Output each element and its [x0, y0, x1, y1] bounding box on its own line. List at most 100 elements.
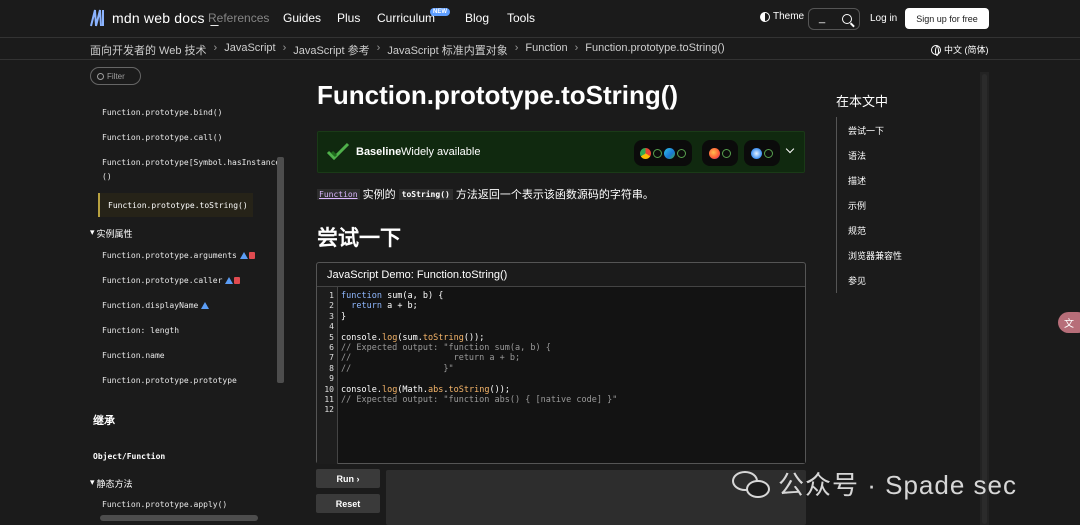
toc-rail: [836, 117, 837, 293]
search-icon: [842, 14, 852, 24]
line-number: 4: [329, 322, 334, 332]
top-nav: mdn web docs _ References Guides Plus Cu…: [0, 0, 1080, 38]
sidebar-heading-label: 实例属性: [96, 229, 133, 239]
chevron-right-icon: ›: [213, 42, 218, 54]
supported-check-icon: [677, 148, 686, 158]
baseline-check-icon: [326, 142, 350, 161]
mdn-logo[interactable]: mdn web docs _: [90, 9, 219, 27]
toc-item-try[interactable]: 尝试一下: [848, 124, 884, 137]
code-line[interactable]: // return a + b;: [341, 353, 520, 363]
baseline-banner[interactable]: Baseline Widely available: [317, 131, 805, 173]
sidebar-item-call[interactable]: Function.prototype.call(): [102, 133, 222, 142]
sidebar-item-displayname[interactable]: Function.displayName: [102, 301, 210, 310]
line-number: 12: [324, 405, 334, 415]
sidebar-heading-instance-props[interactable]: ▾ 实例属性: [90, 227, 133, 240]
breadcrumb-item[interactable]: Function: [525, 42, 567, 58]
page-scrollbar-thumb[interactable]: [982, 74, 987, 524]
nav-curriculum[interactable]: Curriculum: [377, 11, 435, 25]
sidebar-item-label: Function.displayName: [102, 301, 199, 310]
sidebar-item-hasinstance-cont[interactable]: (): [102, 172, 112, 181]
sidebar-heading-static-methods[interactable]: ▾ 静态方法: [90, 477, 133, 490]
sidebar-filter-input[interactable]: Filter: [90, 67, 141, 85]
sidebar-item-caller[interactable]: Function.prototype.caller: [102, 276, 241, 285]
toc-title: 在本文中: [836, 94, 889, 109]
code-line[interactable]: // }": [341, 364, 454, 374]
code-editor[interactable]: 1 2 3 4 5 6 7 8 9 10 11 12 function sum(a, b) { ret…: [317, 286, 805, 464]
breadcrumb-item[interactable]: JavaScript 标准内置对象: [387, 42, 507, 58]
tostring-code: toString(): [398, 188, 453, 200]
code-line[interactable]: }: [341, 312, 346, 322]
sidebar-item-hasinstance[interactable]: Function.prototype[Symbol.hasInstance: [102, 158, 280, 167]
toc-item-specs[interactable]: 规范: [848, 224, 866, 237]
login-link[interactable]: Log in: [870, 13, 897, 24]
breadcrumb-current[interactable]: Function.prototype.toString(): [585, 42, 724, 58]
supported-check-icon: [722, 148, 731, 158]
toc-item-description[interactable]: 描述: [848, 174, 866, 187]
sidebar-scrollbar[interactable]: [277, 157, 284, 383]
toc-item-compat[interactable]: 浏览器兼容性: [848, 249, 902, 262]
deprecated-warning-icon: [239, 252, 248, 259]
trash-icon: [234, 277, 241, 284]
sidebar-item-tostring-active[interactable]: Function.prototype.toString(): [98, 193, 253, 217]
interactive-demo: JavaScript Demo: Function.toString() 123…: [316, 262, 806, 464]
breadcrumb-bar: 面向开发者的 Web 技术 › JavaScript › JavaScript 参考…: [0, 38, 1080, 60]
line-number: 3: [329, 311, 334, 321]
new-badge: NEW: [430, 8, 450, 16]
search-input[interactable]: _: [808, 8, 860, 30]
sidebar-horizontal-scrollbar[interactable]: [100, 515, 258, 521]
deprecated-warning-icon: [225, 277, 234, 284]
language-switcher[interactable]: 中文 (简体): [931, 43, 989, 56]
toc-item-see-also[interactable]: 参见: [848, 274, 866, 287]
intro-paragraph: Function 实例的 toString() 方法返回一个表示该函数源码的字符…: [317, 186, 654, 202]
nav-plus[interactable]: Plus: [337, 11, 360, 25]
code-line[interactable]: function sum(a, b) {: [341, 291, 443, 301]
sidebar-item-apply[interactable]: Function.prototype.apply(): [102, 500, 227, 509]
line-number: 5: [329, 332, 334, 342]
toc-item-syntax[interactable]: 语法: [848, 149, 866, 162]
nav-tools[interactable]: Tools: [507, 11, 535, 25]
nav-blog[interactable]: Blog: [465, 11, 489, 25]
line-number: 2: [329, 301, 334, 311]
code-line[interactable]: // Expected output: "function abs() { [n…: [341, 395, 617, 405]
breadcrumb-item[interactable]: JavaScript: [224, 42, 275, 58]
run-button[interactable]: Run ›: [316, 469, 380, 488]
try-it-heading: 尝试一下: [317, 227, 401, 250]
mdn-logo-icon: [90, 9, 104, 27]
baseline-status: Widely available: [401, 146, 481, 158]
breadcrumb: 面向开发者的 Web 技术 › JavaScript › JavaScript 参考…: [90, 42, 725, 58]
sidebar-item-bind[interactable]: Function.prototype.bind(): [102, 108, 222, 117]
browser-support-safari: [744, 140, 780, 166]
sidebar-group-object-function: Object/Function: [93, 452, 166, 461]
code-line[interactable]: console.log(sum.toString());: [341, 333, 484, 343]
filter-icon: [97, 72, 104, 80]
sidebar-item-length[interactable]: Function: length: [102, 326, 179, 335]
browser-support-chrome-edge: [634, 140, 692, 166]
supported-check-icon: [764, 148, 773, 158]
line-number: 1: [329, 291, 334, 300]
signup-button[interactable]: Sign up for free: [905, 8, 989, 29]
sidebar-item-name[interactable]: Function.name: [102, 351, 165, 360]
trash-icon: [248, 252, 255, 259]
search-value: _: [819, 12, 826, 24]
code-line[interactable]: console.log(Math.abs.toString());: [341, 385, 510, 395]
chevron-right-icon: ›: [282, 42, 287, 54]
toc-item-examples[interactable]: 示例: [848, 199, 866, 212]
sidebar-item-prototype[interactable]: Function.prototype.prototype: [102, 376, 237, 385]
breadcrumb-item[interactable]: 面向开发者的 Web 技术: [90, 42, 207, 58]
demo-title: JavaScript Demo: Function.toString(): [327, 269, 508, 281]
reset-button[interactable]: Reset: [316, 494, 380, 513]
breadcrumb-item[interactable]: JavaScript 参考: [293, 42, 369, 58]
wechat-icon: [732, 469, 772, 499]
nav-guides[interactable]: Guides: [283, 11, 321, 25]
desc-text: 实例的: [359, 189, 399, 201]
safari-icon: [751, 147, 762, 159]
nav-references[interactable]: References: [208, 11, 269, 25]
theme-toggle[interactable]: Theme: [760, 11, 804, 22]
sidebar-item-label: Function.prototype.arguments: [102, 251, 237, 260]
code-line[interactable]: // Expected output: "function sum(a, b) …: [341, 343, 551, 353]
browser-support-firefox: [702, 140, 738, 166]
function-link[interactable]: Function: [317, 188, 360, 200]
sidebar-item-arguments[interactable]: Function.prototype.arguments: [102, 251, 255, 260]
chevron-down-icon[interactable]: [785, 144, 795, 154]
code-line[interactable]: return a + b;: [341, 301, 418, 311]
